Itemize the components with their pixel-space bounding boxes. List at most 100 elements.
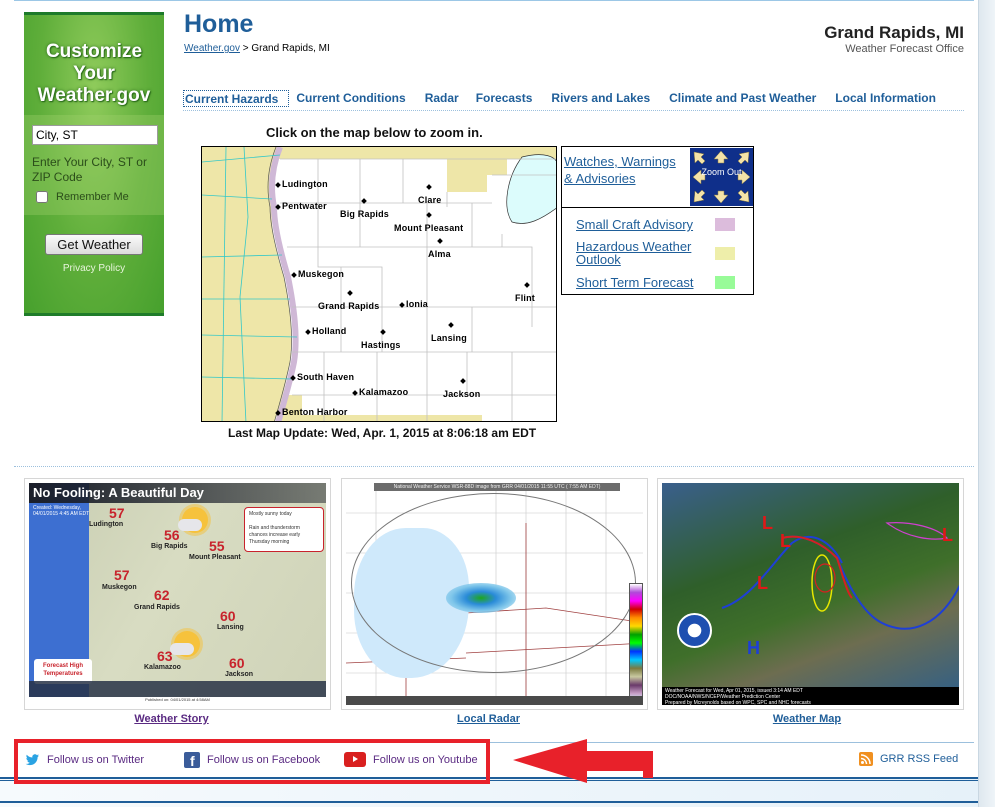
office-name: Grand Rapids, MI	[824, 23, 964, 42]
sun-cloud-icon	[178, 507, 208, 533]
low-pressure-icon: L	[780, 531, 791, 551]
temp-jackson: 60	[229, 655, 245, 671]
low-pressure-icon: L	[762, 513, 773, 533]
watches-warnings-advisories-link[interactable]: Watches, Warnings & Advisories	[564, 153, 684, 187]
map-city-lansing[interactable]: Lansing	[431, 322, 467, 343]
weather-map-link[interactable]: Weather Map	[657, 713, 957, 725]
temp-grand-rapids: 62	[154, 587, 170, 603]
city-big-rapids: Big Rapids	[151, 543, 188, 550]
map-city-pentwater[interactable]: Pentwater	[275, 201, 327, 211]
map-city-kalamazoo[interactable]: Kalamazoo	[352, 387, 408, 397]
remember-me-label: Remember Me	[56, 191, 129, 203]
low-pressure-icon: L	[942, 525, 953, 545]
rss-feed-link[interactable]: GRR RSS Feed	[859, 752, 958, 766]
hazards-legend: Watches, Warnings & Advisories Zoom Out …	[561, 146, 754, 295]
temp-muskegon: 57	[114, 567, 130, 583]
legend-swatch-hwo	[715, 247, 735, 260]
nav-current-conditions[interactable]: Current Conditions	[289, 90, 412, 107]
map-city-muskegon[interactable]: Muskegon	[291, 269, 344, 279]
map-city-flint[interactable]: Flint	[515, 282, 535, 303]
map-city-jackson[interactable]: Jackson	[443, 378, 480, 399]
nav-radar[interactable]: Radar	[413, 90, 468, 107]
hazards-map[interactable]: Ludington Pentwater Big Rapids Clare Mou…	[201, 146, 557, 422]
nav-forecasts[interactable]: Forecasts	[468, 90, 542, 107]
city-kalamazoo: Kalamazoo	[144, 664, 181, 671]
local-radar-image: National Weather Service WSR-88D image f…	[346, 483, 643, 705]
main-nav: Current Hazards Current Conditions Radar…	[183, 90, 945, 107]
get-weather-button[interactable]: Get Weather	[45, 234, 143, 255]
map-city-ionia[interactable]: Ionia	[399, 299, 428, 309]
map-city-big-rapids[interactable]: Big Rapids	[340, 198, 389, 219]
map-city-clare[interactable]: Clare	[418, 184, 442, 205]
map-city-holland[interactable]: Holland	[305, 326, 346, 336]
weather-map-thumbnail[interactable]: L L L L H Weather Forecast for Wed, Apr …	[657, 478, 964, 710]
noaa-logo	[677, 613, 712, 648]
customize-panel: Customize Your Weather.gov Enter Your Ci…	[24, 12, 164, 316]
weather-story-thumbnail[interactable]: No Fooling: A Beautiful Day Created: Wed…	[24, 478, 331, 710]
zoom-out-label: Zoom Out	[701, 167, 742, 177]
weather-map-footer: Weather Forecast for Wed, Apr 01, 2015, …	[662, 687, 959, 705]
weather-story-note: Mostly sunny today Rain and thunderstorm…	[244, 507, 324, 552]
nav-climate-past-weather[interactable]: Climate and Past Weather	[659, 90, 825, 107]
map-city-benton-harbor[interactable]: Benton Harbor	[275, 407, 348, 417]
radar-color-scale	[629, 583, 643, 703]
city-input[interactable]	[32, 125, 158, 145]
city-lansing: Lansing	[217, 624, 244, 631]
weather-story-link[interactable]: Weather Story	[24, 713, 319, 725]
fronts-graphic	[721, 522, 959, 630]
top-divider	[14, 0, 974, 1]
map-city-mount-pleasant[interactable]: Mount Pleasant	[394, 212, 463, 233]
remember-me-checkbox[interactable]	[36, 191, 48, 203]
office-type: Weather Forecast Office	[845, 43, 964, 55]
temp-mount-pleasant: 55	[209, 538, 225, 554]
city-mount-pleasant: Mount Pleasant	[189, 554, 241, 561]
map-instruction: Click on the map below to zoom in.	[266, 125, 483, 140]
nav-current-hazards[interactable]: Current Hazards	[183, 90, 290, 107]
page-title: Home	[184, 10, 254, 38]
local-radar-link[interactable]: Local Radar	[341, 713, 636, 725]
annotation-arrow-icon	[513, 739, 653, 783]
legend-hazardous-weather-outlook[interactable]: Hazardous Weather Outlook	[576, 240, 706, 266]
zoom-out-button[interactable]: Zoom Out	[690, 148, 753, 206]
map-city-ludington[interactable]: Ludington	[275, 179, 328, 189]
map-city-south-haven[interactable]: South Haven	[290, 372, 354, 382]
legend-swatch-small-craft	[715, 218, 735, 231]
city-jackson: Jackson	[225, 671, 254, 678]
city-muskegon: Muskegon	[102, 584, 137, 591]
page: Customize Your Weather.gov Enter Your Ci…	[0, 0, 995, 807]
map-city-grand-rapids[interactable]: Grand Rapids	[318, 290, 379, 311]
temp-lansing: 60	[220, 608, 236, 624]
weather-story-image: No Fooling: A Beautiful Day Created: Wed…	[29, 483, 326, 705]
breadcrumb-separator: >	[239, 43, 252, 54]
hazards-map-graphic	[202, 147, 556, 421]
weather-story-footer	[29, 681, 326, 697]
section-divider	[14, 466, 974, 467]
legend-swatch-short-term	[715, 276, 735, 289]
radar-header: National Weather Service WSR-88D image f…	[374, 483, 620, 491]
city-ludington: Ludington	[89, 521, 124, 528]
weather-map-image: L L L L H Weather Forecast for Wed, Apr …	[662, 483, 959, 705]
privacy-policy-link[interactable]: Privacy Policy	[24, 263, 164, 274]
remember-me[interactable]: Remember Me	[36, 191, 129, 203]
vertical-scrollbar[interactable]	[978, 0, 995, 807]
map-city-hastings[interactable]: Hastings	[361, 329, 401, 350]
annotation-highlight-box	[14, 739, 490, 784]
rss-label: GRR RSS Feed	[880, 753, 959, 765]
high-pressure-icon: H	[747, 638, 760, 658]
customize-title: Customize Your Weather.gov	[37, 41, 151, 106]
legend-small-craft-advisory[interactable]: Small Craft Advisory	[576, 218, 693, 231]
nav-rivers-and-lakes[interactable]: Rivers and Lakes	[541, 90, 659, 107]
nav-local-information[interactable]: Local Information	[825, 90, 945, 107]
city-grand-rapids: Grand Rapids	[134, 604, 180, 611]
local-radar-thumbnail[interactable]: National Weather Service WSR-88D image f…	[341, 478, 648, 710]
breadcrumb: Weather.gov > Grand Rapids, MI	[184, 43, 330, 54]
rss-icon	[859, 752, 873, 766]
radar-echo	[446, 583, 516, 613]
map-city-alma[interactable]: Alma	[428, 238, 451, 259]
legend-short-term-forecast[interactable]: Short Term Forecast	[576, 276, 694, 289]
temp-big-rapids: 56	[164, 527, 180, 543]
radar-warnings-bar	[346, 696, 643, 705]
breadcrumb-weather-gov[interactable]: Weather.gov	[184, 43, 240, 54]
temp-ludington: 57	[109, 505, 125, 521]
map-last-update: Last Map Update: Wed, Apr. 1, 2015 at 8:…	[228, 426, 537, 440]
